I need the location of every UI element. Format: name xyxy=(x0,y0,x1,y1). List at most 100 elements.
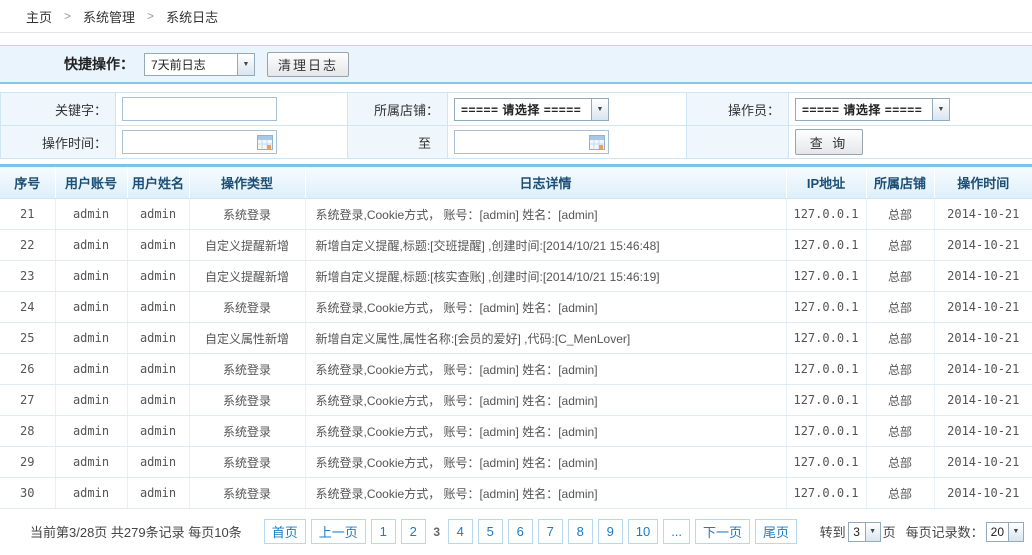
breadcrumb-home[interactable]: 主页 xyxy=(26,7,52,26)
log-table: 序号用户账号用户姓名操作类型日志详情IP地址所属店铺操作时间 21adminad… xyxy=(0,164,1032,509)
cell-type: 系统登录 xyxy=(189,199,305,230)
operator-select[interactable]: ===== 请选择 ===== ▼ xyxy=(795,98,950,121)
cell-type: 系统登录 xyxy=(189,292,305,323)
column-header: 用户姓名 xyxy=(127,166,189,199)
goto-page-select[interactable]: 3 ▼ xyxy=(848,522,881,542)
cell-ip: 127.0.0.1 xyxy=(786,447,866,478)
column-header: 日志详情 xyxy=(305,166,786,199)
cell-no: 30 xyxy=(0,478,55,509)
cell-no: 23 xyxy=(0,261,55,292)
page-button[interactable]: 1 xyxy=(371,519,396,544)
table-row: 25adminadmin自定义属性新增新增自定义属性,属性名称:[会员的爱好] … xyxy=(0,323,1032,354)
breadcrumb: 主页 > 系统管理 > 系统日志 xyxy=(0,0,1032,33)
time-from-input[interactable] xyxy=(122,130,277,154)
calendar-icon xyxy=(257,135,273,150)
log-age-select[interactable]: 7天前日志 ▼ xyxy=(144,53,255,76)
per-page-label: 每页记录数： xyxy=(906,522,984,541)
cell-no: 27 xyxy=(0,385,55,416)
clean-log-button[interactable]: 清理日志 xyxy=(267,52,349,77)
cell-store: 总部 xyxy=(866,354,934,385)
cell-detail: 新增自定义提醒,标题:[核实查账] ,创建时间:[2014/10/21 15:4… xyxy=(305,261,786,292)
cell-name: admin xyxy=(127,292,189,323)
search-button[interactable]: 查 询 xyxy=(795,129,863,155)
table-row: 27adminadmin系统登录系统登录,Cookie方式， 账号：[admin… xyxy=(0,385,1032,416)
cell-account: admin xyxy=(55,292,127,323)
cell-account: admin xyxy=(55,385,127,416)
cell-name: admin xyxy=(127,478,189,509)
cell-store: 总部 xyxy=(866,199,934,230)
column-header: IP地址 xyxy=(786,166,866,199)
cell-detail: 新增自定义属性,属性名称:[会员的爱好] ,代码:[C_MenLover] xyxy=(305,323,786,354)
page-button[interactable]: 7 xyxy=(538,519,563,544)
cell-name: admin xyxy=(127,230,189,261)
cell-time: 2014-10-21 xyxy=(934,354,1032,385)
cell-name: admin xyxy=(127,261,189,292)
cell-store: 总部 xyxy=(866,292,934,323)
page-button[interactable]: 10 xyxy=(628,519,658,544)
goto-label: 转到 xyxy=(820,522,846,541)
store-select[interactable]: ===== 请选择 ===== ▼ xyxy=(454,98,609,121)
cell-time: 2014-10-21 xyxy=(934,323,1032,354)
page-button[interactable]: 4 xyxy=(448,519,473,544)
cell-name: admin xyxy=(127,323,189,354)
next-page-button[interactable]: 下一页 xyxy=(695,519,750,544)
last-page-button[interactable]: 尾页 xyxy=(755,519,797,544)
quick-action-bar: 快捷操作： 7天前日志 ▼ 清理日志 xyxy=(0,45,1032,84)
cell-store: 总部 xyxy=(866,478,934,509)
page-button[interactable]: 2 xyxy=(401,519,426,544)
prev-page-button[interactable]: 上一页 xyxy=(311,519,366,544)
breadcrumb-system-management[interactable]: 系统管理 xyxy=(83,7,135,26)
cell-type: 系统登录 xyxy=(189,478,305,509)
cell-type: 自定义提醒新增 xyxy=(189,261,305,292)
to-label: 至 xyxy=(348,126,448,159)
column-header: 所属店铺 xyxy=(866,166,934,199)
breadcrumb-system-log[interactable]: 系统日志 xyxy=(166,7,218,26)
cell-detail: 系统登录,Cookie方式， 账号：[admin] 姓名：[admin] xyxy=(305,292,786,323)
breadcrumb-separator: > xyxy=(147,9,154,23)
per-page-select-value: 20 xyxy=(987,523,1008,541)
chevron-down-icon: ▼ xyxy=(1008,523,1023,541)
cell-detail: 系统登录,Cookie方式， 账号：[admin] 姓名：[admin] xyxy=(305,447,786,478)
table-row: 22adminadmin自定义提醒新增新增自定义提醒,标题:[交班提醒] ,创建… xyxy=(0,230,1032,261)
cell-ip: 127.0.0.1 xyxy=(786,261,866,292)
first-page-button[interactable]: 首页 xyxy=(264,519,306,544)
table-row: 23adminadmin自定义提醒新增新增自定义提醒,标题:[核实查账] ,创建… xyxy=(0,261,1032,292)
pagination-bar: 当前第3/28页 共279条记录 每页10条 首页 上一页 1234567891… xyxy=(0,518,1032,545)
cell-account: admin xyxy=(55,354,127,385)
goto-page-select-value: 3 xyxy=(849,523,865,541)
table-header-row: 序号用户账号用户姓名操作类型日志详情IP地址所属店铺操作时间 xyxy=(0,166,1032,199)
cell-ip: 127.0.0.1 xyxy=(786,323,866,354)
cell-no: 21 xyxy=(0,199,55,230)
cell-ip: 127.0.0.1 xyxy=(786,416,866,447)
per-page-select[interactable]: 20 ▼ xyxy=(986,522,1024,542)
cell-account: admin xyxy=(55,230,127,261)
cell-no: 28 xyxy=(0,416,55,447)
cell-store: 总部 xyxy=(866,323,934,354)
page-button[interactable]: 8 xyxy=(568,519,593,544)
page-button-current: 3 xyxy=(431,519,443,544)
keyword-input[interactable] xyxy=(122,97,277,121)
cell-ip: 127.0.0.1 xyxy=(786,292,866,323)
goto-page-group: 转到 3 ▼ 页 每页记录数： 20 ▼ xyxy=(820,522,1024,542)
pager: 首页 上一页 12345678910 ... 下一页 尾页 xyxy=(264,519,797,544)
cell-time: 2014-10-21 xyxy=(934,385,1032,416)
chevron-down-icon: ▼ xyxy=(237,54,254,75)
cell-type: 系统登录 xyxy=(189,385,305,416)
cell-ip: 127.0.0.1 xyxy=(786,385,866,416)
time-to-input[interactable] xyxy=(454,130,609,154)
operator-label: 操作员： xyxy=(687,93,789,126)
cell-detail: 新增自定义提醒,标题:[交班提醒] ,创建时间:[2014/10/21 15:4… xyxy=(305,230,786,261)
cell-no: 26 xyxy=(0,354,55,385)
ellipsis-page-button[interactable]: ... xyxy=(663,519,690,544)
table-row: 28adminadmin系统登录系统登录,Cookie方式， 账号：[admin… xyxy=(0,416,1032,447)
page-button[interactable]: 6 xyxy=(508,519,533,544)
cell-ip: 127.0.0.1 xyxy=(786,354,866,385)
page-button[interactable]: 5 xyxy=(478,519,503,544)
cell-store: 总部 xyxy=(866,447,934,478)
page-button[interactable]: 9 xyxy=(598,519,623,544)
chevron-down-icon: ▼ xyxy=(865,523,880,541)
page-number-buttons: 12345678910 xyxy=(371,519,658,544)
cell-account: admin xyxy=(55,261,127,292)
cell-store: 总部 xyxy=(866,230,934,261)
record-status-text: 当前第3/28页 共279条记录 每页10条 xyxy=(30,522,242,541)
